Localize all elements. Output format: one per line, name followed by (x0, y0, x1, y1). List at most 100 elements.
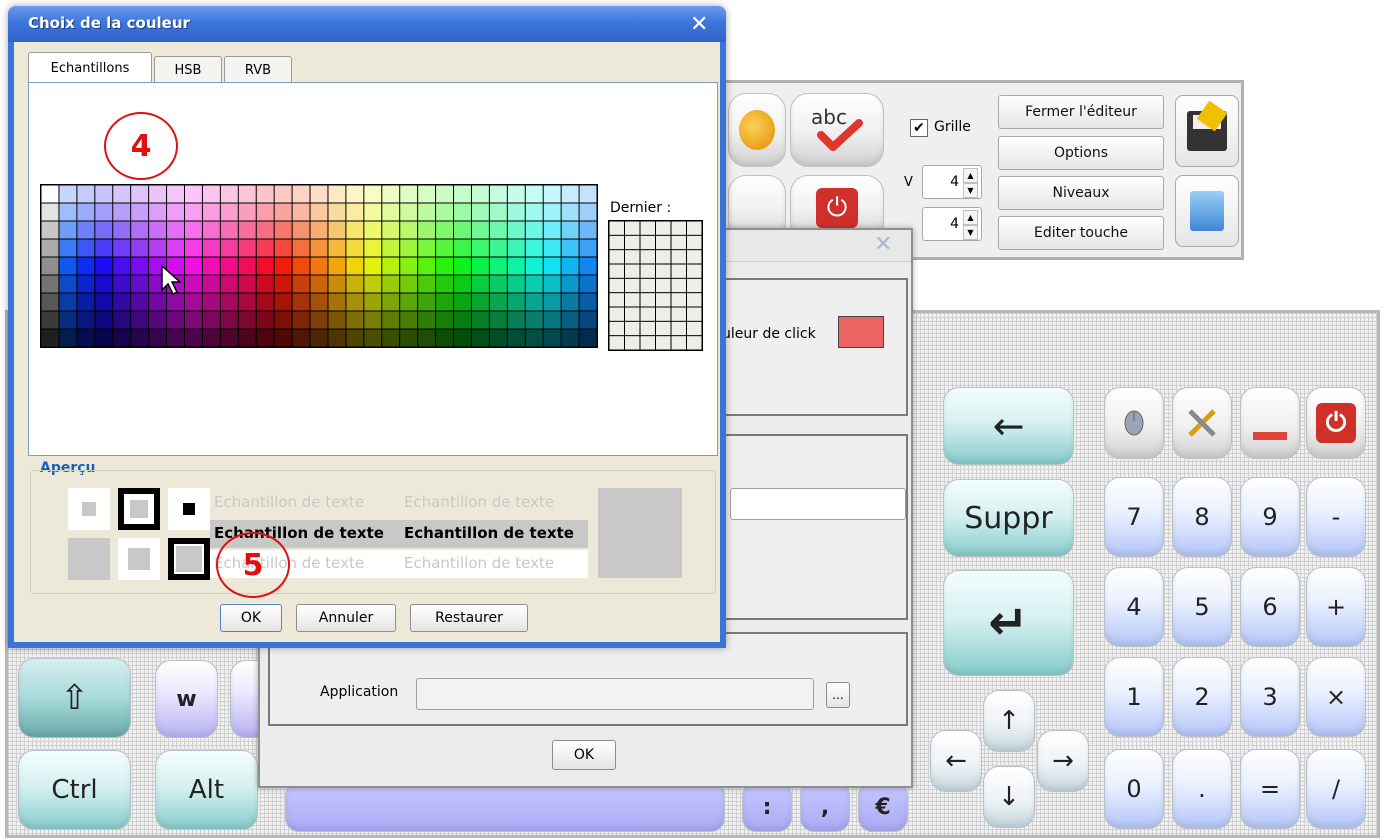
color-swatch[interactable] (77, 275, 95, 293)
color-swatch[interactable] (292, 293, 310, 311)
color-swatch[interactable] (238, 239, 256, 257)
color-swatch[interactable] (41, 275, 59, 293)
color-swatch[interactable] (454, 239, 471, 257)
color-swatch[interactable] (346, 239, 364, 257)
color-swatch[interactable] (382, 185, 400, 203)
color-swatch[interactable] (184, 257, 202, 275)
color-swatch[interactable] (418, 203, 436, 221)
spin-up-icon[interactable]: ▲ (963, 210, 978, 225)
color-swatch[interactable] (256, 293, 274, 311)
color-swatch[interactable] (328, 239, 346, 257)
color-swatch[interactable] (525, 293, 543, 311)
color-swatch[interactable] (131, 185, 149, 203)
arrow-down-key[interactable]: ↓ (983, 766, 1035, 828)
color-swatch[interactable] (238, 275, 256, 293)
recent-color-swatch[interactable] (609, 235, 625, 250)
recent-color-swatch[interactable] (625, 321, 640, 336)
color-swatch[interactable] (561, 329, 579, 347)
suppr-key[interactable]: Suppr (943, 479, 1074, 557)
shift-key[interactable]: ⇧ (18, 658, 131, 738)
color-swatch[interactable] (364, 203, 382, 221)
color-swatch[interactable] (489, 275, 507, 293)
color-swatch[interactable] (274, 311, 292, 329)
color-swatch[interactable] (543, 185, 561, 203)
color-swatch[interactable] (310, 311, 328, 329)
color-swatch[interactable] (454, 329, 471, 347)
recent-color-swatch[interactable] (687, 221, 702, 235)
color-swatch[interactable] (525, 329, 543, 347)
color-swatch[interactable] (400, 203, 418, 221)
color-swatch[interactable] (561, 311, 579, 329)
color-swatch[interactable] (471, 203, 489, 221)
color-swatch[interactable] (507, 329, 525, 347)
color-swatch[interactable] (274, 329, 292, 347)
tab-echantillons[interactable]: Echantillons (28, 52, 152, 84)
color-swatch[interactable] (310, 275, 328, 293)
recent-color-swatch[interactable] (671, 221, 687, 235)
color-swatch[interactable] (471, 275, 489, 293)
restaurer-button[interactable]: Restaurer (410, 604, 528, 632)
recent-color-swatch[interactable] (671, 264, 687, 278)
color-swatch[interactable] (41, 293, 59, 311)
color-swatch[interactable] (471, 221, 489, 239)
color-swatch[interactable] (310, 221, 328, 239)
color-swatch[interactable] (471, 311, 489, 329)
color-swatch[interactable] (256, 311, 274, 329)
color-swatch[interactable] (382, 275, 400, 293)
color-swatch[interactable] (561, 257, 579, 275)
key-8[interactable]: 8 (1172, 477, 1232, 557)
color-swatch[interactable] (561, 275, 579, 293)
color-swatch[interactable] (131, 221, 149, 239)
key-w[interactable]: w (155, 660, 218, 738)
spell-check-button[interactable]: abc (790, 93, 884, 167)
color-swatch[interactable] (59, 203, 77, 221)
key-comma[interactable]: , (800, 782, 850, 832)
color-swatch[interactable] (507, 239, 525, 257)
recent-color-swatch[interactable] (671, 235, 687, 250)
color-swatch[interactable] (131, 275, 149, 293)
color-swatch[interactable] (292, 239, 310, 257)
color-swatch[interactable] (454, 203, 471, 221)
arrow-left-key[interactable]: ← (930, 730, 982, 792)
color-swatch[interactable] (543, 311, 561, 329)
minimize-key[interactable] (1240, 387, 1300, 459)
key-0[interactable]: 0 (1104, 749, 1164, 829)
color-swatch[interactable] (167, 221, 184, 239)
color-swatch[interactable] (77, 203, 95, 221)
color-swatch[interactable] (328, 203, 346, 221)
color-swatch[interactable] (220, 239, 238, 257)
sound-button[interactable] (728, 93, 786, 167)
color-swatch[interactable] (202, 329, 220, 347)
color-swatch[interactable] (220, 257, 238, 275)
recent-color-swatch[interactable] (640, 307, 656, 321)
color-swatch[interactable] (41, 329, 59, 347)
color-swatch[interactable] (292, 257, 310, 275)
color-swatch[interactable] (436, 257, 454, 275)
save-button[interactable] (1175, 95, 1239, 167)
recent-color-swatch[interactable] (671, 293, 687, 307)
color-swatch[interactable] (579, 203, 597, 221)
recent-color-swatch[interactable] (656, 278, 671, 293)
color-swatch[interactable] (202, 239, 220, 257)
color-swatch[interactable] (346, 185, 364, 203)
key-minus[interactable]: - (1306, 477, 1366, 557)
color-swatch[interactable] (579, 275, 597, 293)
color-swatch[interactable] (292, 203, 310, 221)
color-swatch[interactable] (400, 185, 418, 203)
color-swatch[interactable] (274, 275, 292, 293)
key-4[interactable]: 4 (1104, 567, 1164, 647)
color-swatch[interactable] (113, 203, 131, 221)
recent-color-swatch[interactable] (625, 264, 640, 278)
color-swatch[interactable] (149, 329, 167, 347)
recent-color-swatch[interactable] (609, 264, 625, 278)
color-swatch[interactable] (507, 293, 525, 311)
color-swatch[interactable] (167, 311, 184, 329)
color-swatch[interactable] (561, 203, 579, 221)
recent-color-swatch[interactable] (656, 307, 671, 321)
color-swatch[interactable] (167, 203, 184, 221)
color-swatch-grid[interactable] (40, 184, 598, 348)
color-swatch[interactable] (167, 185, 184, 203)
color-swatch[interactable] (579, 185, 597, 203)
color-swatch[interactable] (579, 329, 597, 347)
color-swatch[interactable] (507, 275, 525, 293)
